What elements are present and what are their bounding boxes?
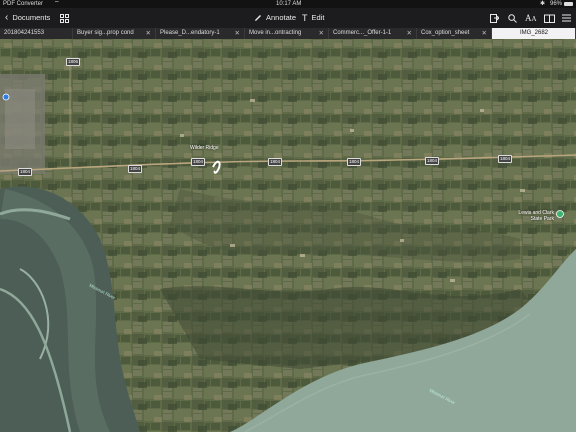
wifi-icon: ⌔ <box>54 1 60 7</box>
text-size-button[interactable]: AA <box>525 8 537 28</box>
grid-icon <box>60 13 69 23</box>
share-button[interactable] <box>490 8 499 28</box>
tab-buyer-sig[interactable]: Buyer sig...prop cond ✕ <box>73 28 156 39</box>
tab-201804241553[interactable]: 201804241553 <box>0 28 73 39</box>
edit-button[interactable]: T Edit <box>302 8 324 28</box>
toolbar: ‹ Documents Annotate T Edit AA <box>0 8 576 28</box>
road-shield: 1804 <box>268 158 283 166</box>
road-shield: 1804 <box>128 165 143 173</box>
more-button[interactable] <box>562 8 571 28</box>
satellite-map-image[interactable]: Wilder Ridge Lewis and Clark State Park … <box>0 39 576 432</box>
annotate-button[interactable]: Annotate <box>254 8 296 28</box>
edit-label: Edit <box>311 13 325 22</box>
tab-please-d[interactable]: Please_D...endatory-1 ✕ <box>156 28 245 39</box>
grid-view-button[interactable] <box>60 8 69 28</box>
carrier-label: PDF Converter <box>3 1 44 7</box>
status-bar: PDF Converter ⌔ 10:17 AM ✱ 96% <box>0 0 576 8</box>
road-shield: 1804 <box>191 158 206 166</box>
clock: 10:17 AM <box>276 1 302 7</box>
road-shield: 1806 <box>66 58 81 66</box>
tab-label: Move in...ontracting <box>249 30 302 36</box>
tab-label: Buyer sig...prop cond <box>77 30 134 36</box>
park-marker[interactable] <box>556 210 564 218</box>
place-label-park: Lewis and Clark State Park <box>518 210 554 222</box>
battery-percent: 96% <box>550 1 563 7</box>
list-icon <box>562 14 571 22</box>
close-icon[interactable]: ✕ <box>407 28 412 39</box>
bluetooth-icon: ✱ <box>540 1 546 7</box>
road-shield: 1804 <box>425 157 440 165</box>
road-shield: 1804 <box>498 155 513 163</box>
tab-cox-option[interactable]: Cox_option_sheet ✕ <box>417 28 492 39</box>
tab-label: Cox_option_sheet <box>421 30 470 36</box>
text-edit-icon: T <box>302 13 308 23</box>
annotate-label: Annotate <box>266 13 297 22</box>
reader-button[interactable] <box>544 8 555 28</box>
battery-icon <box>564 2 573 6</box>
road-shield: 1804 <box>18 168 33 176</box>
tab-label: 201804241553 <box>4 30 45 36</box>
pen-icon <box>255 15 261 21</box>
search-icon <box>508 13 517 23</box>
export-icon <box>490 14 499 23</box>
back-label: Documents <box>12 13 51 22</box>
satellite-map <box>0 39 576 432</box>
road-shield: 1804 <box>347 158 362 166</box>
tab-label: IMG_2682 <box>520 30 549 36</box>
tab-move-in[interactable]: Move in...ontracting ✕ <box>245 28 329 39</box>
tab-img-2682[interactable]: IMG_2682 <box>492 28 576 39</box>
current-location-icon <box>2 93 10 101</box>
document-tabs: 201804241553 Buyer sig...prop cond ✕ Ple… <box>0 28 576 39</box>
tab-label: Commerc..._Offer-1-1 <box>333 30 392 36</box>
chevron-left-icon: ‹ <box>5 12 9 23</box>
close-icon[interactable]: ✕ <box>319 28 324 39</box>
place-label-wilder-ridge: Wilder Ridge <box>190 145 219 151</box>
close-icon[interactable]: ✕ <box>235 28 240 39</box>
back-button[interactable]: ‹ Documents <box>5 8 50 28</box>
tab-label: Please_D...endatory-1 <box>160 30 220 36</box>
search-button[interactable] <box>508 8 517 28</box>
close-icon[interactable]: ✕ <box>482 28 487 39</box>
book-icon <box>544 14 555 23</box>
close-icon[interactable]: ✕ <box>146 28 151 39</box>
text-size-icon: AA <box>525 12 537 23</box>
tab-commerc[interactable]: Commerc..._Offer-1-1 ✕ <box>329 28 417 39</box>
